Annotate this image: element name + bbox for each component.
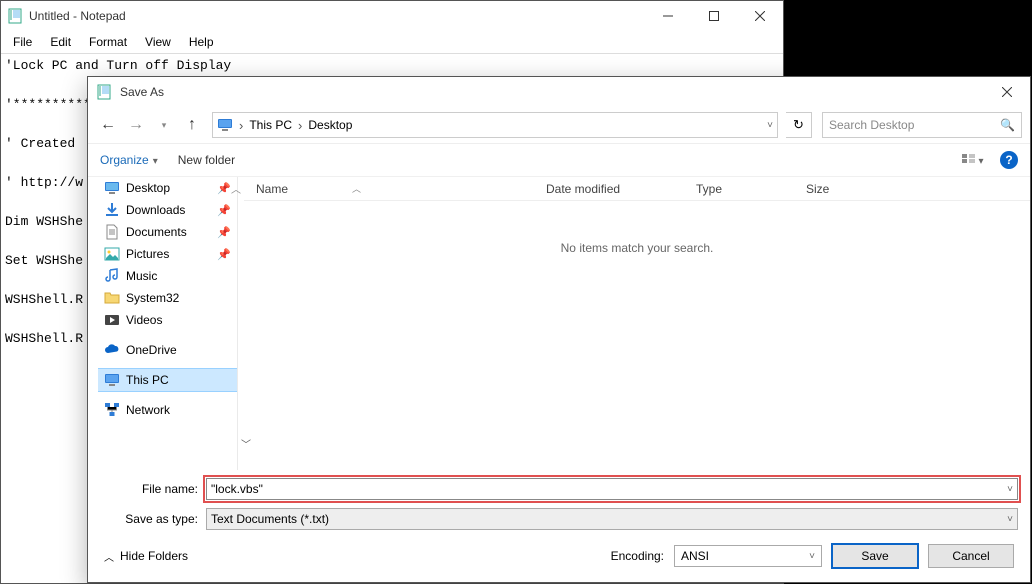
nav-item-label: Network [126, 403, 170, 417]
chevron-down-icon[interactable]: ˅ [1007, 484, 1013, 495]
menu-format[interactable]: Format [81, 33, 135, 51]
sort-indicator-icon: ︿ [352, 182, 361, 195]
nav-item-label: Videos [126, 313, 162, 327]
cancel-button[interactable]: Cancel [928, 544, 1014, 568]
hide-folders-button[interactable]: ︿Hide Folders [104, 549, 188, 564]
encoding-label: Encoding: [611, 549, 664, 563]
nav-item-thispc[interactable]: This PC [98, 369, 237, 391]
minimize-button[interactable] [645, 1, 691, 31]
nav-item-onedrive[interactable]: OneDrive [98, 339, 237, 361]
notepad-icon [7, 8, 23, 24]
navigation-pane[interactable]: Desktop 📌 Downloads 📌 Documents 📌 Pictures 📌 Mus… [98, 177, 238, 470]
nav-item-network[interactable]: Network [98, 399, 237, 421]
chevron-down-icon: ˅ [809, 551, 815, 562]
chevron-down-icon [978, 153, 983, 167]
nav-item-label: Pictures [126, 247, 169, 261]
recent-dropdown[interactable]: ▾ [152, 113, 176, 137]
help-button[interactable]: ? [1000, 151, 1018, 169]
pin-icon: 📌 [217, 226, 231, 239]
refresh-button[interactable]: ↻ [786, 112, 812, 138]
thispc-icon [104, 372, 120, 388]
nav-item-label: Desktop [126, 181, 170, 195]
chevron-up-icon: ︿ [104, 549, 114, 564]
save-as-dialog: Save As ← → ▾ ↑ This PC Desktop ˅ ↻ Sear… [87, 76, 1031, 583]
thispc-icon [217, 117, 233, 133]
breadcrumb-thispc[interactable]: This PC [249, 118, 292, 132]
search-placeholder: Search Desktop [829, 118, 914, 132]
pin-icon: 📌 [217, 182, 231, 195]
back-button[interactable]: ← [96, 113, 120, 137]
pictures-icon [104, 246, 120, 262]
onedrive-icon [104, 342, 120, 358]
address-bar[interactable]: This PC Desktop ˅ [212, 112, 778, 138]
encoding-select[interactable]: ANSI ˅ [674, 545, 822, 567]
maximize-button[interactable] [691, 1, 737, 31]
videos-icon [104, 312, 120, 328]
pin-icon: 📌 [217, 204, 231, 217]
network-icon [104, 402, 120, 418]
notepad-titlebar[interactable]: Untitled - Notepad [1, 1, 783, 31]
breadcrumb-sep-icon[interactable] [237, 118, 245, 133]
forward-button: → [124, 113, 148, 137]
file-name-label: File name: [100, 482, 206, 496]
column-date[interactable]: Date modified [534, 182, 684, 196]
menu-help[interactable]: Help [181, 33, 222, 51]
nav-item-label: OneDrive [126, 343, 177, 357]
nav-item-label: System32 [126, 291, 179, 305]
up-button[interactable]: ↑ [180, 113, 204, 137]
breadcrumb-sep-icon[interactable] [296, 118, 304, 133]
nav-item-label: This PC [126, 373, 169, 387]
column-name[interactable]: Name︿ [244, 182, 534, 196]
file-pane: Name︿ Date modified Type Size No items m… [244, 177, 1030, 470]
search-icon: 🔍 [1000, 118, 1015, 132]
nav-item-documents[interactable]: Documents 📌 [98, 221, 237, 243]
menu-view[interactable]: View [137, 33, 179, 51]
saveas-titlebar[interactable]: Save As [88, 77, 1030, 107]
nav-item-label: Music [126, 269, 157, 283]
nav-item-videos[interactable]: Videos [98, 309, 237, 331]
close-button[interactable] [737, 1, 783, 31]
nav-item-music[interactable]: Music [98, 265, 237, 287]
notepad-icon [96, 84, 112, 100]
file-name-input[interactable]: "lock.vbs" ˅ [206, 478, 1018, 500]
notepad-title: Untitled - Notepad [29, 9, 645, 23]
notepad-menubar: File Edit Format View Help [1, 31, 783, 54]
address-dropdown[interactable]: ˅ [767, 120, 773, 131]
downloads-icon [104, 202, 120, 218]
nav-item-label: Documents [126, 225, 187, 239]
music-icon [104, 268, 120, 284]
save-button[interactable]: Save [832, 544, 918, 568]
saveas-close-button[interactable] [984, 77, 1030, 107]
view-button[interactable] [958, 149, 988, 171]
empty-state: No items match your search. [244, 201, 1030, 470]
pin-icon: 📌 [217, 248, 231, 261]
nav-row: ← → ▾ ↑ This PC Desktop ˅ ↻ Search Deskt… [88, 107, 1030, 143]
column-type[interactable]: Type [684, 182, 794, 196]
menu-edit[interactable]: Edit [42, 33, 79, 51]
column-headers: Name︿ Date modified Type Size [244, 177, 1030, 201]
saveas-title: Save As [120, 85, 984, 99]
breadcrumb-desktop[interactable]: Desktop [308, 118, 352, 132]
column-size[interactable]: Size [794, 182, 874, 196]
nav-item-label: Downloads [126, 203, 185, 217]
folder-icon [104, 290, 120, 306]
nav-item-system32[interactable]: System32 [98, 287, 237, 309]
save-type-select[interactable]: Text Documents (*.txt) ˅ [206, 508, 1018, 530]
view-icon [962, 154, 976, 166]
save-type-label: Save as type: [100, 512, 206, 526]
nav-item-downloads[interactable]: Downloads 📌 [98, 199, 237, 221]
organize-button[interactable]: Organize [100, 153, 158, 167]
new-folder-button[interactable]: New folder [178, 153, 235, 167]
desktop-icon [104, 180, 120, 196]
documents-icon [104, 224, 120, 240]
chevron-down-icon: ˅ [1007, 514, 1013, 525]
menu-file[interactable]: File [5, 33, 40, 51]
nav-item-desktop[interactable]: Desktop 📌 [98, 177, 237, 199]
toolbar: Organize New folder ? [88, 143, 1030, 177]
nav-item-pictures[interactable]: Pictures 📌 [98, 243, 237, 265]
search-box[interactable]: Search Desktop 🔍 [822, 112, 1022, 138]
chevron-down-icon [153, 153, 158, 167]
